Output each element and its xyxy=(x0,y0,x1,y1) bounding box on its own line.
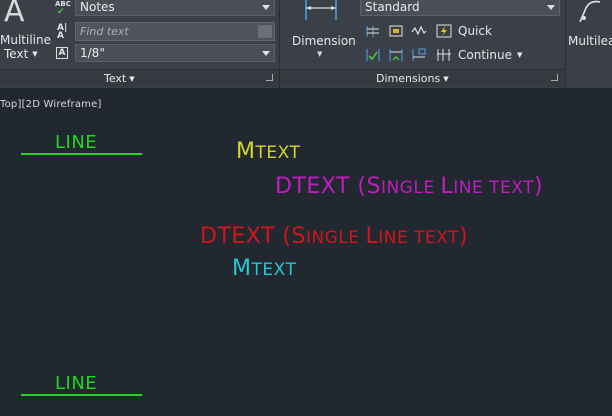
jogged-linear-icon[interactable] xyxy=(411,48,427,62)
line-entity-bottom[interactable] xyxy=(21,394,142,396)
dtext-magenta-mid1: INGLE xyxy=(380,178,441,198)
multiline-text-button[interactable]: Multiline Text ▼ xyxy=(0,33,51,61)
multileader-icon[interactable] xyxy=(578,0,612,22)
linear-dimension-icon[interactable] xyxy=(302,0,340,22)
multiline-text-label-line2: Text xyxy=(4,47,29,61)
quick-dimension-icon[interactable] xyxy=(436,24,452,38)
dtext-red[interactable]: DTEXT (SINGLE LINE TEXT) xyxy=(200,224,468,249)
line-entity-top[interactable] xyxy=(21,153,142,155)
find-replace-icon[interactable] xyxy=(258,25,272,38)
text-panel-title-bar[interactable] xyxy=(0,69,279,87)
text-height-icon: A xyxy=(56,47,68,59)
chevron-down-icon: ▼ xyxy=(129,75,135,83)
dtext-magenta-l: L xyxy=(440,174,454,199)
dtext-magenta[interactable]: DTEXT (SINGLE LINE TEXT) xyxy=(275,174,543,199)
mtext-cyan-rest: TEXT xyxy=(251,260,297,280)
chevron-down-icon[interactable]: ▼ xyxy=(317,50,322,58)
chevron-down-icon: ▼ xyxy=(32,50,38,58)
dtext-magenta-mid2: INE TEXT xyxy=(453,178,534,198)
text-style-value: Notes xyxy=(80,0,115,14)
dimensions-panel-title[interactable]: Dimensions ▼ xyxy=(376,72,449,85)
dimensions-panel-title-label: Dimensions xyxy=(376,72,441,85)
continue-dimension-label: Continue xyxy=(458,48,512,62)
inspect-dimension-icon[interactable] xyxy=(411,24,427,38)
dimension-button-label[interactable]: Dimension xyxy=(292,34,356,48)
quick-dimension-label[interactable]: Quick xyxy=(458,24,492,38)
dtext-red-close: ) xyxy=(458,224,469,249)
find-text-icon: A| A xyxy=(57,23,68,41)
line-label-top[interactable]: LINE xyxy=(55,132,97,153)
find-text-input[interactable]: Find text xyxy=(75,22,275,41)
ribbon: A Multiline Text ▼ ABC ✔ Notes A| A Find t… xyxy=(0,0,612,88)
viewport-controls-label[interactable]: Top][2D Wireframe] xyxy=(0,99,102,110)
text-height-select[interactable]: 1/8" xyxy=(75,44,275,62)
dimensions-panel-launcher-icon[interactable] xyxy=(551,74,558,81)
dropdown-arrow-icon xyxy=(262,5,270,10)
text-height-value: 1/8" xyxy=(80,46,105,60)
dtext-red-mid1: INGLE xyxy=(305,228,366,248)
find-text-placeholder: Find text xyxy=(80,25,129,38)
chevron-down-icon: ▼ xyxy=(443,75,449,83)
dropdown-arrow-icon xyxy=(547,5,555,10)
multiline-text-label-line1: Multiline xyxy=(0,33,51,47)
panel-divider xyxy=(565,0,566,88)
dropdown-arrow-icon xyxy=(262,51,270,56)
dtext-magenta-close: ) xyxy=(533,174,544,199)
dtext-magenta-first: DTEXT (S xyxy=(275,174,381,199)
dtext-red-first: DTEXT (S xyxy=(200,224,306,249)
multileader-label[interactable]: Multilea xyxy=(568,34,612,48)
baseline-dimension-icon[interactable] xyxy=(365,24,381,38)
dimension-style-select[interactable]: Standard xyxy=(360,0,560,16)
multiline-text-icon[interactable]: A xyxy=(4,0,25,29)
mtext-yellow-first: M xyxy=(236,139,256,164)
text-panel-title[interactable]: Text ▼ xyxy=(104,72,135,85)
text-panel-launcher-icon[interactable] xyxy=(266,74,273,81)
mtext-yellow[interactable]: MTEXT xyxy=(236,139,300,164)
continue-dimension-button[interactable]: Continue ▼ xyxy=(458,48,522,62)
text-style-icon[interactable]: ABC ✔ xyxy=(55,0,71,17)
dtext-red-mid2: INE TEXT xyxy=(378,228,459,248)
dimension-style-value: Standard xyxy=(365,0,420,14)
text-style-select[interactable]: Notes xyxy=(75,0,275,16)
line-label-bottom[interactable]: LINE xyxy=(55,373,97,394)
mtext-cyan[interactable]: MTEXT xyxy=(232,256,296,281)
text-panel-title-label: Text xyxy=(104,72,127,85)
continue-dimension-icon[interactable] xyxy=(436,48,452,62)
break-dimension-icon[interactable] xyxy=(388,48,404,62)
adjust-space-icon[interactable] xyxy=(365,48,381,62)
mtext-cyan-first: M xyxy=(232,256,252,281)
chevron-down-icon: ▼ xyxy=(516,51,523,59)
dimension-text-edit-icon[interactable] xyxy=(388,24,404,38)
dtext-red-l: L xyxy=(365,224,379,249)
mtext-yellow-rest: TEXT xyxy=(255,143,301,163)
